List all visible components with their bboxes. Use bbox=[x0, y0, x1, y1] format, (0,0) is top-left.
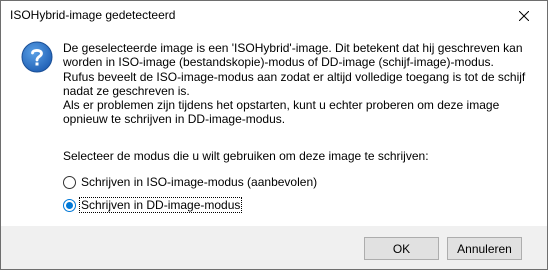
cancel-button[interactable]: Annuleren bbox=[447, 237, 522, 260]
button-bar: OK Annuleren bbox=[1, 226, 547, 269]
radio-button-unchecked-icon[interactable] bbox=[63, 175, 76, 189]
close-button[interactable] bbox=[501, 1, 547, 31]
radio-dd-mode[interactable]: Schrijven in DD-image-modus bbox=[63, 197, 243, 213]
window-title: ISOHybrid-image gedetecteerd bbox=[10, 8, 176, 22]
radio-button-checked-icon[interactable] bbox=[63, 198, 76, 212]
close-icon bbox=[519, 11, 529, 21]
question-icon bbox=[21, 41, 53, 73]
radio-dd-label[interactable]: Schrijven in DD-image-modus bbox=[78, 197, 243, 213]
dialog-window: ISOHybrid-image gedetecteerd De geselect… bbox=[0, 0, 548, 270]
dialog-content: De geselecteerde image is een 'ISOHybrid… bbox=[1, 31, 547, 226]
message-paragraph: Als er problemen zijn tijdens het opstar… bbox=[63, 98, 500, 127]
mode-prompt: Selecteer de modus die u wilt gebruiken … bbox=[63, 149, 429, 163]
radio-iso-mode[interactable]: Schrijven in ISO-image-modus (aanbevolen… bbox=[63, 174, 318, 190]
message-paragraph: Rufus beveelt de ISO-image-modus aan zod… bbox=[63, 69, 526, 98]
message-paragraph: De geselecteerde image is een 'ISOHybrid… bbox=[63, 41, 523, 70]
radio-iso-label[interactable]: Schrijven in ISO-image-modus (aanbevolen… bbox=[80, 175, 318, 189]
title-bar: ISOHybrid-image gedetecteerd bbox=[1, 1, 547, 31]
message-text: De geselecteerde image is een 'ISOHybrid… bbox=[63, 41, 533, 127]
ok-button[interactable]: OK bbox=[364, 237, 439, 260]
